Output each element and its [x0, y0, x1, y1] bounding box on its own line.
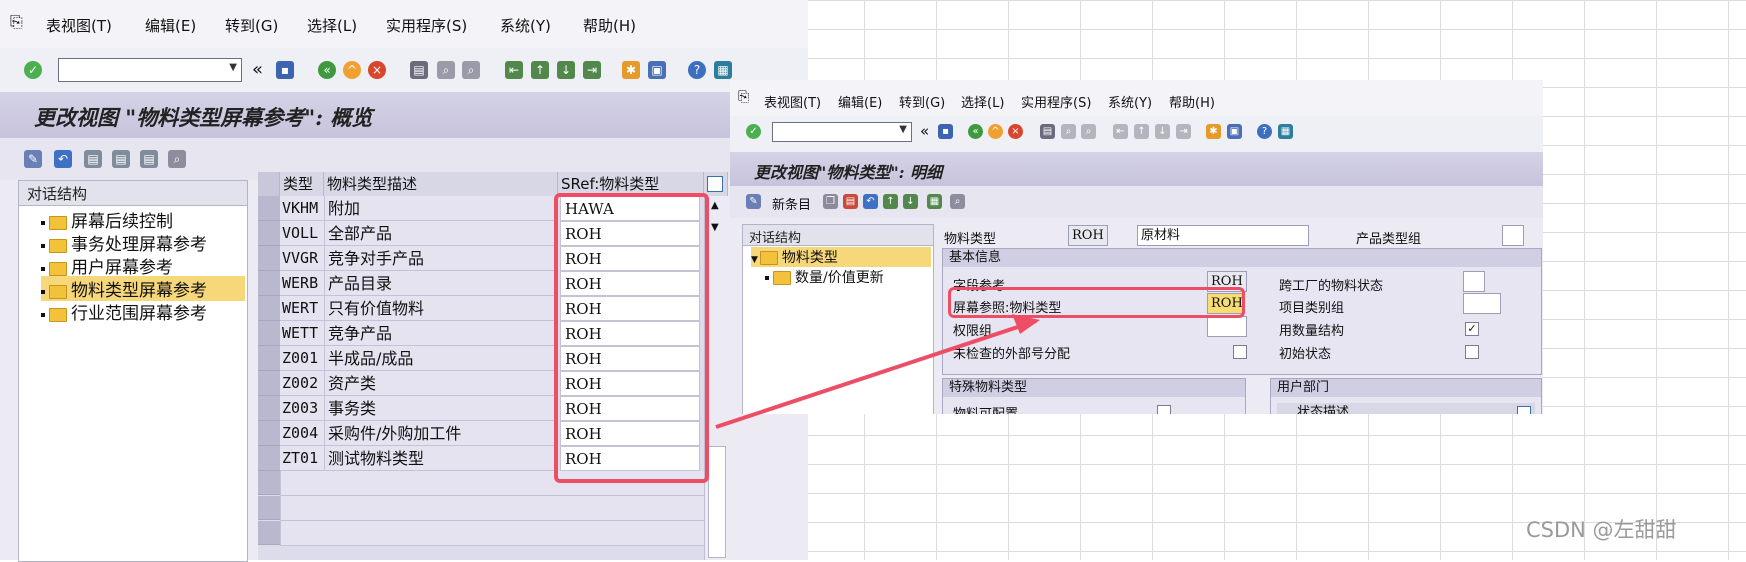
pointer-arrow: [715, 314, 1040, 429]
watermark: CSDN @左甜甜: [1526, 518, 1677, 542]
